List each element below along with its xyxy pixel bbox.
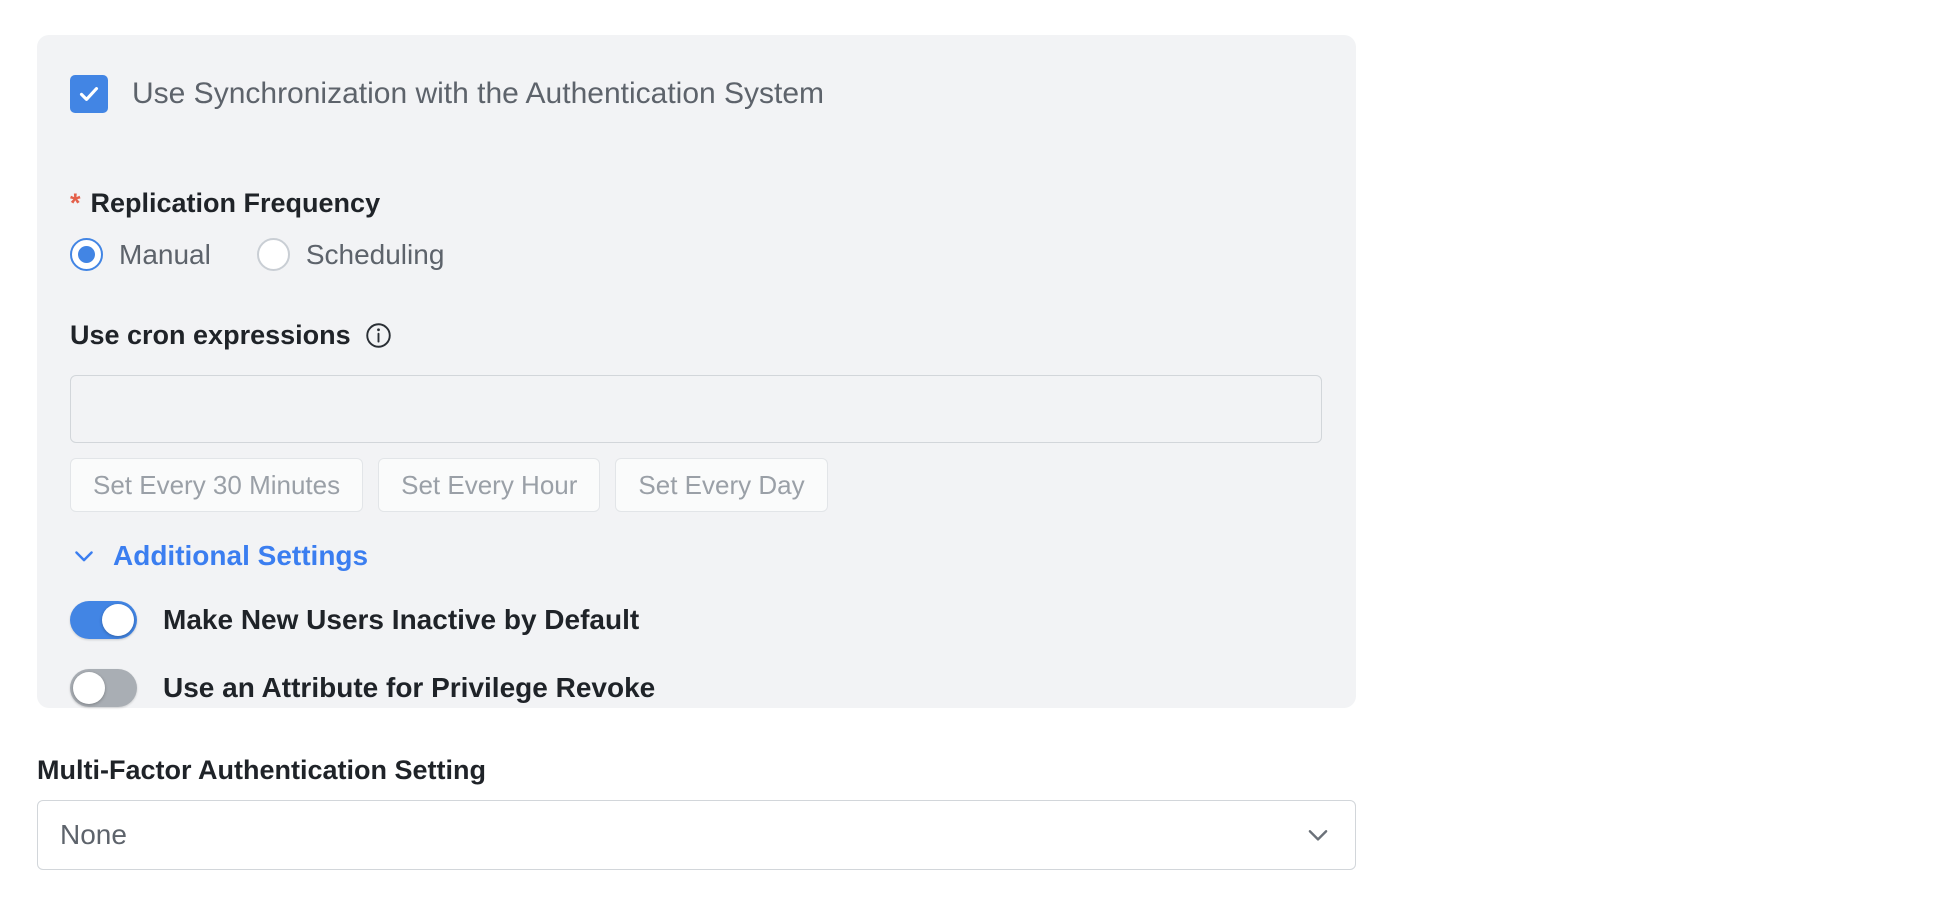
checkbox-checked[interactable] (70, 75, 108, 113)
cron-expressions-label-row: Use cron expressions (70, 320, 392, 351)
radio-indicator-unselected[interactable] (256, 238, 290, 271)
use-synchronization-label: Use Synchronization with the Authenticat… (132, 77, 825, 110)
radio-dot (78, 246, 95, 263)
mfa-setting-select[interactable]: None (37, 800, 1356, 870)
settings-page: Use Synchronization with the Authenticat… (0, 0, 1944, 906)
radio-option-manual-label: Manual (119, 238, 211, 270)
chevron-down-icon (75, 551, 93, 562)
mfa-setting-label: Multi-Factor Authentication Setting (37, 755, 486, 785)
replication-frequency-radio-group[interactable]: Manual Scheduling (70, 238, 490, 271)
radio-indicator-selected[interactable] (70, 238, 103, 271)
set-every-hour-button[interactable]: Set Every Hour (378, 458, 601, 512)
info-circle-icon[interactable] (365, 322, 392, 349)
mfa-setting-selected-value: None (60, 819, 127, 850)
required-asterisk: * (70, 188, 81, 218)
use-synchronization-checkbox-row[interactable]: Use Synchronization with the Authenticat… (70, 75, 824, 113)
cron-expression-input[interactable] (70, 375, 1322, 443)
set-every-30-minutes-button[interactable]: Set Every 30 Minutes (70, 458, 364, 512)
replication-frequency-label: * Replication Frequency (70, 188, 380, 219)
toggle-switch-off[interactable] (70, 669, 137, 707)
make-new-users-inactive-label: Make New Users Inactive by Default (163, 604, 640, 635)
cron-preset-buttons: Set Every 30 Minutes Set Every Hour Set … (70, 458, 828, 512)
radio-option-manual[interactable]: Manual (70, 238, 211, 271)
additional-settings-toggle[interactable]: Additional Settings (70, 540, 368, 572)
synchronization-settings-panel: Use Synchronization with the Authenticat… (37, 35, 1356, 708)
toggle-knob (102, 604, 134, 636)
toggle-row-make-new-users-inactive[interactable]: Make New Users Inactive by Default (70, 601, 639, 639)
toggle-knob (73, 672, 105, 704)
radio-option-scheduling-label: Scheduling (305, 238, 445, 270)
radio-option-scheduling[interactable]: Scheduling (256, 238, 445, 271)
check-icon (79, 87, 99, 101)
use-attribute-privilege-revoke-label: Use an Attribute for Privilege Revoke (163, 672, 656, 703)
additional-settings-label: Additional Settings (113, 540, 369, 571)
replication-frequency-label-text: Replication Frequency (90, 188, 381, 218)
toggle-row-use-attribute-privilege-revoke[interactable]: Use an Attribute for Privilege Revoke (70, 669, 655, 707)
cron-expressions-label: Use cron expressions (70, 320, 351, 350)
chevron-down-icon[interactable] (1303, 820, 1333, 850)
set-every-day-button[interactable]: Set Every Day (615, 458, 828, 512)
toggle-switch-on[interactable] (70, 601, 137, 639)
